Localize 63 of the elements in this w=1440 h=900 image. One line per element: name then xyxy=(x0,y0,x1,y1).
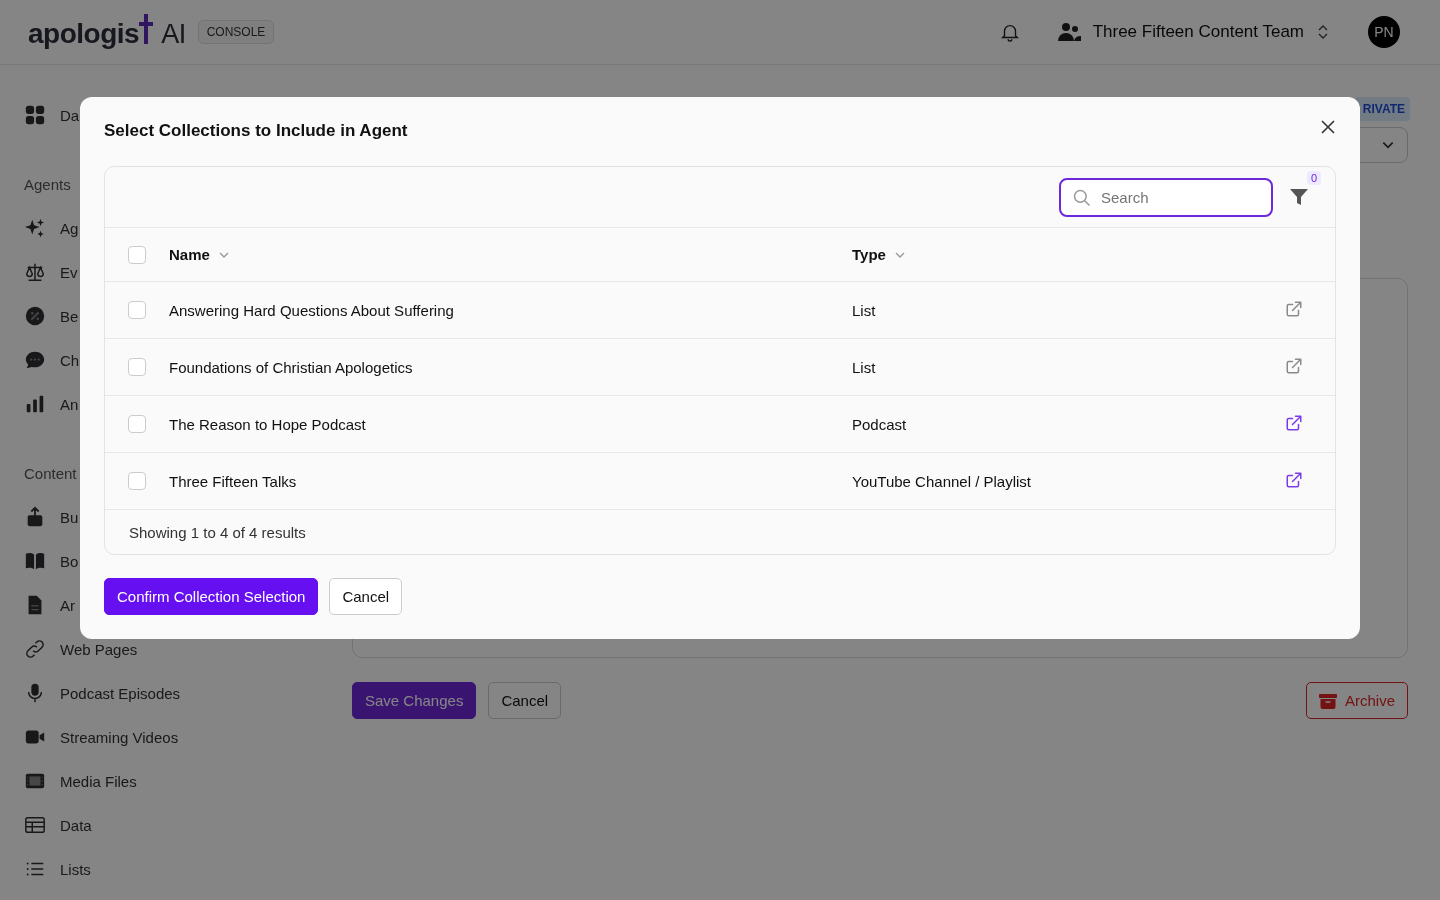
external-link-icon[interactable] xyxy=(1285,356,1303,375)
sidebar-item[interactable]: Ag xyxy=(60,219,79,237)
save-button[interactable]: Save Changes xyxy=(352,682,477,719)
column-header[interactable]: Name xyxy=(169,246,210,263)
sidebar-section-title: Agents xyxy=(24,175,71,193)
sparkles-icon xyxy=(24,217,46,239)
percent-badge-icon xyxy=(24,305,46,327)
table-cell-text: List xyxy=(852,301,877,319)
row-checkbox[interactable] xyxy=(128,472,146,490)
results-summary: Showing 1 to 4 of 4 results xyxy=(129,523,306,541)
archive-box-icon xyxy=(1318,692,1337,709)
external-link-icon[interactable] xyxy=(1285,299,1303,318)
sidebar-item[interactable]: Be xyxy=(60,307,79,325)
column-header[interactable]: Type xyxy=(852,246,886,263)
table-cell-text: Answering Hard Questions About Suffering xyxy=(169,301,455,319)
table-cell-text: Podcast xyxy=(852,415,908,433)
row-checkbox[interactable] xyxy=(128,415,146,433)
filter-count-badge: 0 xyxy=(1307,171,1322,185)
table-cell-text: Foundations of Christian Apologetics xyxy=(169,358,414,376)
search-field[interactable]: Search xyxy=(1059,177,1273,217)
sidebar-item[interactable]: Bo xyxy=(60,552,79,570)
confirm-button[interactable]: Confirm Collection Selection xyxy=(104,578,319,615)
team-switcher[interactable]: Three Fifteen Content Team xyxy=(1092,22,1304,42)
archive-button[interactable]: Archive xyxy=(1305,682,1408,719)
external-link-icon[interactable] xyxy=(1285,470,1303,489)
sidebar-item[interactable]: Ar xyxy=(60,596,75,614)
console-badge: CONSOLE xyxy=(197,20,275,44)
search-icon xyxy=(1072,187,1092,208)
link-icon xyxy=(24,638,46,660)
logo: apologis AI xyxy=(28,14,186,50)
sidebar-item[interactable]: Data xyxy=(60,816,92,834)
sidebar-item[interactable]: Ev xyxy=(60,263,78,281)
sidebar-item[interactable]: An xyxy=(60,395,79,413)
row-checkbox[interactable] xyxy=(128,358,146,376)
table-cell-text: List xyxy=(852,358,877,376)
chevron-up-down-icon[interactable] xyxy=(1316,24,1330,40)
sidebar-item[interactable]: Lists xyxy=(60,860,91,878)
sidebar-item[interactable]: Ch xyxy=(60,351,80,369)
filter-icon[interactable] xyxy=(1289,187,1309,207)
table-cell-text: The Reason to Hope Podcast xyxy=(169,415,367,433)
sidebar-section-title: Content xyxy=(24,464,77,482)
table-cell-text: YouTube Channel / Playlist xyxy=(852,472,1032,490)
cancel-button[interactable]: Cancel xyxy=(329,578,403,615)
user-avatar[interactable]: PN xyxy=(1368,16,1400,48)
users-icon xyxy=(1056,20,1081,44)
sidebar-item[interactable]: Podcast Episodes xyxy=(60,684,181,702)
table-cell-text: Three Fifteen Talks xyxy=(169,472,298,490)
book-icon xyxy=(24,550,46,572)
sidebar-item[interactable]: Streaming Videos xyxy=(60,728,179,746)
grid-icon xyxy=(24,104,46,126)
chat-bubble-icon xyxy=(24,349,46,371)
sidebar-item[interactable]: Web Pages xyxy=(60,640,138,658)
cancel-button[interactable]: Cancel xyxy=(488,682,562,719)
select-all-checkbox[interactable] xyxy=(128,245,146,264)
scale-icon xyxy=(24,261,46,283)
table-icon xyxy=(24,814,46,836)
row-checkbox[interactable] xyxy=(128,301,146,319)
sidebar-item[interactable]: Media Files xyxy=(60,772,137,790)
external-link-icon[interactable] xyxy=(1285,413,1303,432)
modal-title: Select Collections to Include in Agent xyxy=(104,121,408,140)
bar-chart-icon xyxy=(24,393,46,415)
sidebar-item[interactable]: Bu xyxy=(60,508,79,526)
sidebar-item[interactable]: Da xyxy=(60,106,80,124)
